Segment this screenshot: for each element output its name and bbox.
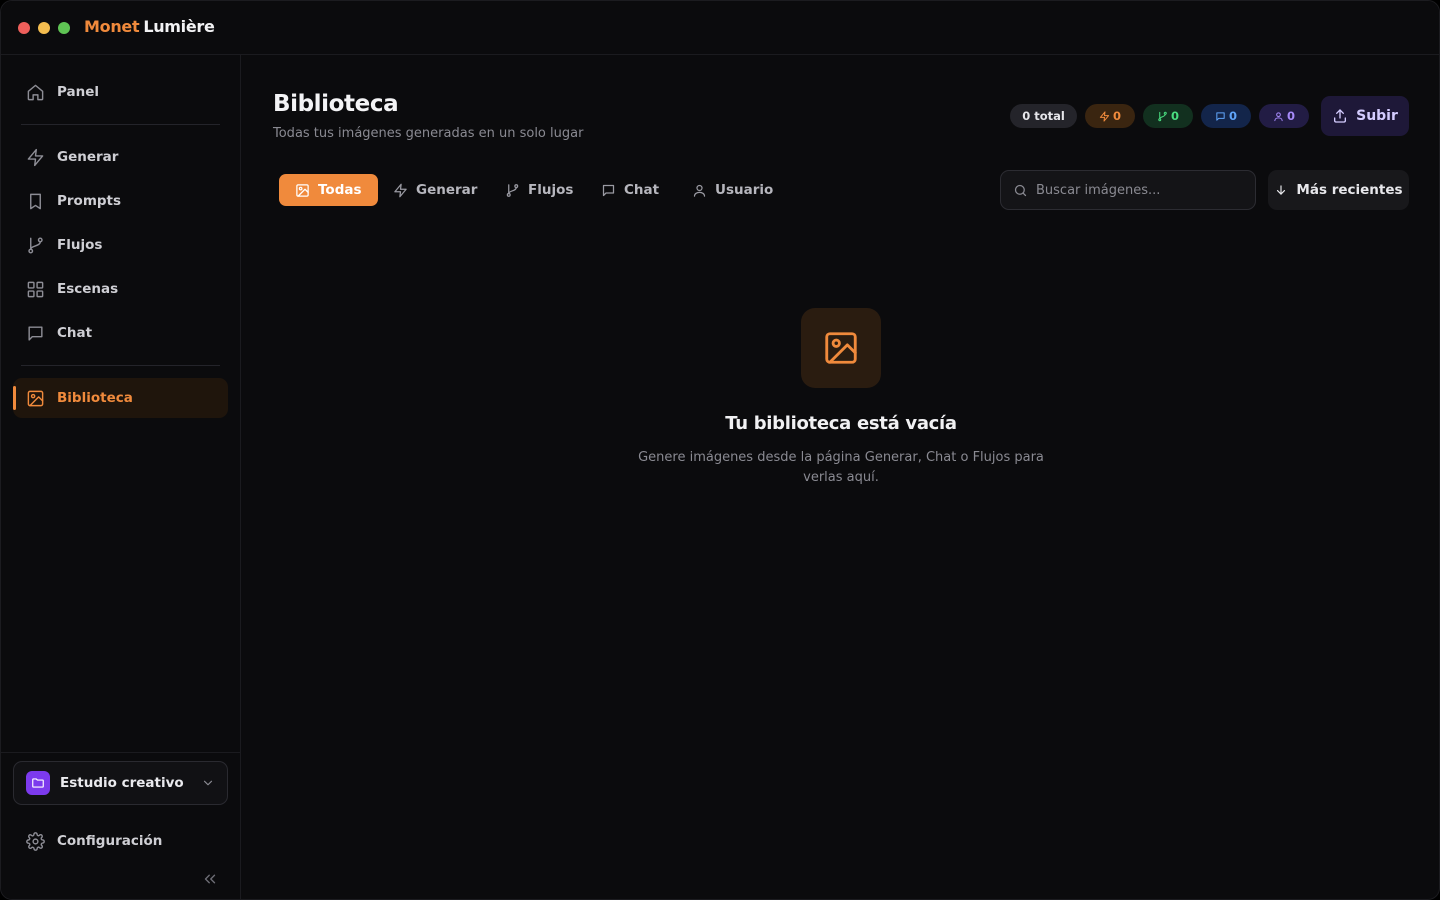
sidebar-item-label: Biblioteca [57,390,133,406]
sidebar-item-configuracion[interactable]: Configuración [13,821,228,861]
sidebar-item-label: Prompts [57,193,122,209]
image-icon [25,388,45,408]
sidebar-item-label: Chat [57,325,93,341]
git-branch-icon [1158,111,1167,121]
folder-icon [26,771,50,795]
page-subtitle: Todas tus imágenes generadas en un solo … [273,126,584,141]
empty-state-description: Genere imágenes desde la página Generar,… [638,450,1044,485]
badge-value: 0 [1228,109,1237,123]
sidebar-bottom-divider [1,752,241,753]
sidebar-item-prompts[interactable]: Prompts [13,181,228,221]
empty-state-title: Tu biblioteca está vacía [725,413,957,434]
bookmark-icon [25,191,45,211]
sidebar-item-chat[interactable]: Chat [13,313,228,353]
gear-icon [25,831,45,851]
minimize-window-button[interactable] [38,22,50,34]
search-input[interactable] [1036,182,1246,198]
upload-icon [1334,109,1347,123]
tab-label: Flujos [528,182,574,198]
sidebar-item-biblioteca[interactable]: Biblioteca [13,378,228,418]
workspace-name: Estudio creativo [60,775,184,791]
zap-icon [393,183,408,198]
chat-count-badge: 0 [1201,104,1251,128]
sidebar-item-panel[interactable]: Panel [13,72,228,112]
zap-icon [25,147,45,167]
sidebar: Panel Generar Prompts Flujos Escenas Cha… [1,55,241,899]
git-branch-icon [25,235,45,255]
usuario-count-badge: 0 [1259,104,1309,128]
app-window: Monet Lumière Panel Generar Prompts Fluj… [0,0,1440,900]
sort-label: Más recientes [1296,182,1403,198]
sidebar-item-generar[interactable]: Generar [13,137,228,177]
maximize-window-button[interactable] [58,22,70,34]
message-icon [601,183,616,198]
tab-chat[interactable]: Chat [585,174,675,206]
arrow-down-icon [1277,185,1286,195]
generar-count-badge: 0 [1085,104,1135,128]
title-bar: Monet Lumière [1,1,1439,55]
sidebar-item-flujos[interactable]: Flujos [13,225,228,265]
sidebar-item-label: Flujos [57,237,103,253]
sidebar-item-label: Configuración [57,833,163,849]
tab-label: Generar [416,182,478,198]
sidebar-divider [21,365,220,366]
collapse-sidebar-icon[interactable] [201,870,219,892]
image-icon [295,183,310,198]
upload-label: Subir [1356,108,1398,124]
flujos-count-badge: 0 [1143,104,1193,128]
search-box [1000,170,1256,210]
empty-state-image-icon [801,308,881,388]
tab-flujos[interactable]: Flujos [489,174,589,206]
badge-value: 0 [1170,109,1179,123]
main-content: Biblioteca Todas tus imágenes generadas … [241,55,1439,899]
upload-button[interactable]: Subir [1321,96,1409,136]
tab-todas[interactable]: Todas [279,174,378,206]
sidebar-item-label: Panel [57,84,100,100]
user-icon [1274,111,1283,121]
zap-icon [1099,110,1110,122]
tab-label: Usuario [715,182,774,198]
app-brand: Monet Lumière [84,17,215,36]
tab-usuario[interactable]: Usuario [676,174,789,206]
tab-generar[interactable]: Generar [377,174,493,206]
tab-label: Todas [318,182,362,198]
sidebar-item-escenas[interactable]: Escenas [13,269,228,309]
sidebar-divider [21,124,220,125]
sidebar-item-label: Escenas [57,281,119,297]
total-count-badge: 0 total [1010,104,1077,128]
sort-button[interactable]: Más recientes [1268,170,1409,210]
git-branch-icon [505,183,520,198]
badge-value: 0 total [1022,109,1065,123]
badge-value: 0 [1112,109,1121,123]
badge-value: 0 [1286,109,1295,123]
brand-name-part2: Lumière [143,17,215,36]
user-icon [692,183,707,198]
message-icon [25,323,45,343]
close-window-button[interactable] [18,22,30,34]
sidebar-item-label: Generar [57,149,119,165]
grid-icon [25,279,45,299]
page-title: Biblioteca [273,91,399,117]
workspace-selector[interactable]: Estudio creativo [13,761,228,805]
tab-label: Chat [624,182,660,198]
search-icon [1014,184,1027,196]
brand-name-part1: Monet [84,17,140,36]
message-icon [1216,111,1225,121]
home-icon [25,82,45,102]
chevron-down-icon [201,775,215,794]
